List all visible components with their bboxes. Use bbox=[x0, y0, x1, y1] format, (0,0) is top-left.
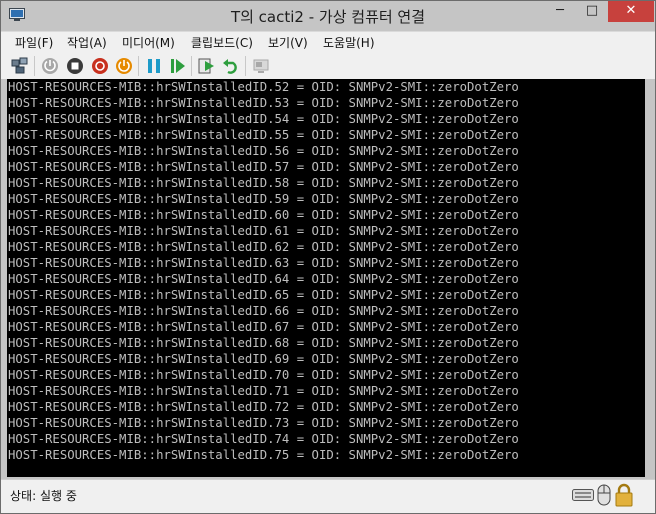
console-line: HOST-RESOURCES-MIB::hrSWInstalledID.56 =… bbox=[8, 144, 519, 158]
console-line: HOST-RESOURCES-MIB::hrSWInstalledID.59 =… bbox=[8, 192, 519, 206]
checkpoint-icon[interactable] bbox=[198, 57, 216, 75]
title-bar[interactable]: T의 cacti2 - 가상 컴퓨터 연결 ─ □ ✕ bbox=[1, 1, 655, 31]
vm-console-screen[interactable]: HOST-RESOURCES-MIB::hrSWInstalledID.52 =… bbox=[7, 79, 645, 477]
console-line: HOST-RESOURCES-MIB::hrSWInstalledID.62 =… bbox=[8, 240, 519, 254]
console-line: HOST-RESOURCES-MIB::hrSWInstalledID.73 =… bbox=[8, 416, 519, 430]
console-line: HOST-RESOURCES-MIB::hrSWInstalledID.53 =… bbox=[8, 96, 519, 110]
minimize-button[interactable]: ─ bbox=[545, 1, 575, 22]
console-line: HOST-RESOURCES-MIB::hrSWInstalledID.71 =… bbox=[8, 384, 519, 398]
shutdown-icon[interactable] bbox=[91, 57, 109, 75]
toolbar-separator bbox=[191, 56, 192, 76]
console-line: HOST-RESOURCES-MIB::hrSWInstalledID.65 =… bbox=[8, 288, 519, 302]
console-line: HOST-RESOURCES-MIB::hrSWInstalledID.63 =… bbox=[8, 256, 519, 270]
menu-view[interactable]: 보기(V) bbox=[268, 34, 308, 51]
console-line: HOST-RESOURCES-MIB::hrSWInstalledID.70 =… bbox=[8, 368, 519, 382]
console-line: HOST-RESOURCES-MIB::hrSWInstalledID.64 =… bbox=[8, 272, 519, 286]
console-line: HOST-RESOURCES-MIB::hrSWInstalledID.52 =… bbox=[8, 80, 519, 94]
toolbar-separator bbox=[245, 56, 246, 76]
menu-file[interactable]: 파일(F) bbox=[15, 34, 53, 51]
console-line: HOST-RESOURCES-MIB::hrSWInstalledID.68 =… bbox=[8, 336, 519, 350]
status-text: 상태: 실행 중 bbox=[10, 489, 77, 503]
console-line: HOST-RESOURCES-MIB::hrSWInstalledID.75 =… bbox=[8, 448, 519, 462]
lock-icon bbox=[615, 483, 633, 507]
close-button[interactable]: ✕ bbox=[608, 1, 654, 22]
console-line: HOST-RESOURCES-MIB::hrSWInstalledID.72 =… bbox=[8, 400, 519, 414]
start-icon[interactable] bbox=[41, 57, 59, 75]
toolbar-separator bbox=[34, 56, 35, 76]
menu-clipboard[interactable]: 클립보드(C) bbox=[191, 34, 253, 51]
keyboard-icon bbox=[572, 489, 594, 501]
menu-bar: 파일(F) 작업(A) 미디어(M) 클립보드(C) 보기(V) 도움말(H) bbox=[1, 31, 655, 53]
console-line: HOST-RESOURCES-MIB::hrSWInstalledID.74 =… bbox=[8, 432, 519, 446]
revert-icon[interactable] bbox=[222, 57, 240, 75]
console-line: HOST-RESOURCES-MIB::hrSWInstalledID.54 =… bbox=[8, 112, 519, 126]
console-line: HOST-RESOURCES-MIB::hrSWInstalledID.61 =… bbox=[8, 224, 519, 238]
mouse-icon bbox=[597, 484, 611, 506]
status-bar: 상태: 실행 중 bbox=[1, 479, 655, 513]
resume-icon[interactable] bbox=[169, 57, 187, 75]
ctrl-alt-del-icon[interactable] bbox=[11, 57, 29, 75]
menu-action[interactable]: 작업(A) bbox=[67, 34, 107, 51]
menu-help[interactable]: 도움말(H) bbox=[323, 34, 375, 51]
console-line: HOST-RESOURCES-MIB::hrSWInstalledID.57 =… bbox=[8, 160, 519, 174]
toolbar-separator bbox=[138, 56, 139, 76]
toolbar bbox=[1, 52, 655, 79]
console-line: HOST-RESOURCES-MIB::hrSWInstalledID.58 =… bbox=[8, 176, 519, 190]
console-line: HOST-RESOURCES-MIB::hrSWInstalledID.55 =… bbox=[8, 128, 519, 142]
turn-off-icon[interactable] bbox=[66, 57, 84, 75]
console-line: HOST-RESOURCES-MIB::hrSWInstalledID.60 =… bbox=[8, 208, 519, 222]
save-state-icon[interactable] bbox=[115, 57, 133, 75]
enhanced-session-icon[interactable] bbox=[252, 57, 270, 75]
menu-media[interactable]: 미디어(M) bbox=[122, 34, 175, 51]
console-line: HOST-RESOURCES-MIB::hrSWInstalledID.66 =… bbox=[8, 304, 519, 318]
vm-connection-window: T의 cacti2 - 가상 컴퓨터 연결 ─ □ ✕ 파일(F) 작업(A) … bbox=[0, 0, 656, 514]
console-line: HOST-RESOURCES-MIB::hrSWInstalledID.67 =… bbox=[8, 320, 519, 334]
console-line: HOST-RESOURCES-MIB::hrSWInstalledID.69 =… bbox=[8, 352, 519, 366]
maximize-button[interactable]: □ bbox=[577, 1, 607, 22]
pause-icon[interactable] bbox=[145, 57, 163, 75]
